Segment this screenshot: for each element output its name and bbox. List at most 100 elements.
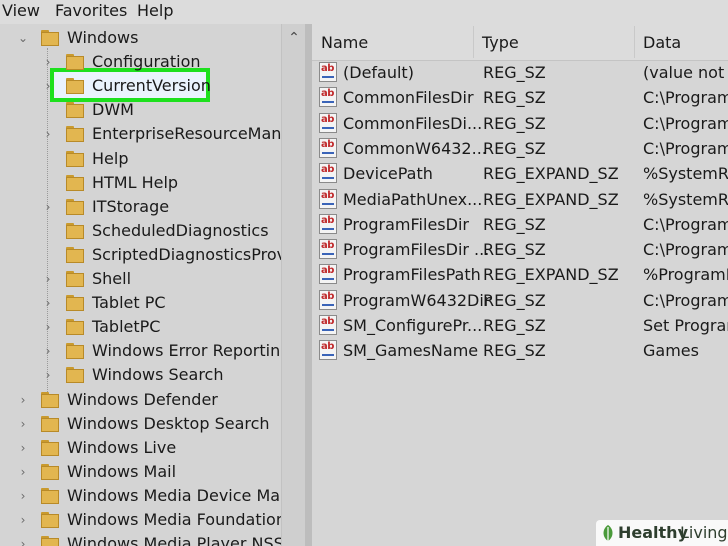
column-header-data[interactable]: Data: [643, 33, 681, 52]
tree-node[interactable]: DWM: [0, 98, 281, 122]
chevron-right-icon[interactable]: ›: [16, 436, 30, 460]
list-row[interactable]: ab SM_GamesName REG_SZ Games: [312, 338, 728, 363]
tree-node[interactable]: › TabletPC: [0, 315, 281, 339]
column-header-name[interactable]: Name: [321, 33, 368, 52]
list-row[interactable]: ab ProgramFilesPathREG_EXPAND_SZ %ProgramF…: [312, 262, 728, 287]
list-row[interactable]: ab SM_ConfigurePr...REG_SZ Set Program Acc…: [312, 313, 728, 338]
tree-node[interactable]: Help: [0, 147, 281, 171]
chevron-right-icon[interactable]: ›: [41, 195, 55, 219]
list-row[interactable]: ab CommonFilesDi...REG_SZ C:\Program Files…: [312, 111, 728, 136]
chevron-right-icon[interactable]: ›: [16, 388, 30, 412]
cell-data: %SystemRoot%\Media: [643, 189, 728, 209]
tree-node[interactable]: › EnterpriseResourceManager: [0, 122, 305, 146]
tree-node[interactable]: ScheduledDiagnostics: [0, 219, 281, 243]
tree-node[interactable]: › CurrentVersion: [0, 74, 281, 98]
cell-name: DevicePath: [343, 164, 433, 184]
chevron-right-icon[interactable]: ›: [41, 291, 55, 315]
list-row[interactable]: ab (Default) REG_SZ (value not set): [312, 60, 728, 85]
tree-node-label: TabletPC: [92, 317, 161, 337]
cell-name: MediaPathUnex...: [343, 189, 483, 209]
folder-icon: [66, 78, 84, 95]
tree-node[interactable]: › Windows Desktop Search: [0, 412, 281, 436]
tree-node-label: Windows Live: [67, 437, 177, 457]
folder-icon: [66, 198, 84, 215]
cell-name: ProgramFilesDir ...: [343, 240, 490, 260]
cell-type: REG_SZ: [483, 63, 546, 82]
list-row[interactable]: ab CommonW6432...REG_SZ C:\Program Files\C…: [312, 136, 728, 161]
chevron-right-icon[interactable]: ›: [16, 508, 30, 532]
folder-icon: [41, 391, 59, 408]
tree-node[interactable]: › Windows Defender: [0, 388, 281, 412]
list-row[interactable]: ab ProgramFilesDir REG_SZ C:\Program Files: [312, 212, 728, 237]
pane-splitter[interactable]: [305, 24, 312, 546]
cell-data: C:\Program Files\Common Files: [643, 138, 728, 158]
column-header-type[interactable]: Type: [482, 33, 519, 52]
folder-icon: [41, 512, 59, 528]
tree-node[interactable]: › Windows Error Reporting: [0, 339, 291, 363]
chevron-right-icon[interactable]: ›: [16, 532, 30, 546]
list-row[interactable]: ab CommonFilesDir REG_SZ C:\Program Files\C…: [312, 85, 728, 110]
string-value-icon: ab: [319, 264, 337, 285]
cell-type: REG_SZ: [483, 214, 546, 234]
tree-node[interactable]: HTML Help: [0, 171, 281, 195]
menu-view[interactable]: View: [2, 1, 40, 20]
chevron-right-icon[interactable]: ›: [16, 460, 30, 484]
tree-node[interactable]: › Windows Search: [0, 363, 281, 387]
folder-icon: [66, 367, 84, 384]
list-header: Name Type Data: [312, 24, 728, 61]
folder-icon: [66, 54, 84, 71]
tree-node-label: ScheduledDiagnostics: [92, 220, 269, 240]
folder-icon: [66, 271, 84, 287]
tree-node[interactable]: › Tablet PC: [0, 291, 281, 315]
chevron-right-icon[interactable]: ›: [41, 122, 55, 146]
tree-scrollbar[interactable]: ⌃: [281, 24, 305, 546]
list-row[interactable]: ab ProgramFilesDir ...REG_SZ C:\Program Fi…: [312, 237, 728, 262]
folder-icon: [41, 536, 59, 546]
scroll-up-icon[interactable]: ⌃: [285, 30, 303, 46]
registry-tree: ⌄ Windows › Configuration › CurrentVersion DWM…: [0, 24, 305, 546]
string-value-icon: ab: [319, 213, 337, 234]
chevron-right-icon[interactable]: ›: [41, 74, 55, 98]
tree-node[interactable]: › Windows Mail: [0, 460, 281, 484]
chevron-right-icon[interactable]: ›: [41, 339, 55, 363]
column-separator[interactable]: [473, 26, 474, 58]
column-separator[interactable]: [634, 26, 635, 58]
list-row[interactable]: ab MediaPathUnex...REG_EXPAND_SZ %SystemRo…: [312, 187, 728, 212]
list-row[interactable]: ab DevicePath REG_EXPAND_SZ %SystemRoot%\in…: [312, 161, 728, 186]
folder-icon: [66, 102, 84, 119]
cell-name: CommonFilesDi...: [343, 113, 483, 133]
tree-node[interactable]: ⌄ Windows: [0, 26, 281, 50]
list-row[interactable]: ab ProgramW6432DirREG_SZ C:\Program Files: [312, 288, 728, 313]
chevron-down-icon[interactable]: ⌄: [16, 26, 30, 50]
tree-node[interactable]: › Windows Media Foundation: [0, 508, 286, 532]
tree-node[interactable]: ScriptedDiagnosticsProvider: [0, 243, 305, 267]
menu-favorites[interactable]: Favorites: [55, 1, 127, 20]
chevron-right-icon[interactable]: ›: [16, 484, 30, 508]
cell-name: ProgramW6432Dir: [343, 290, 491, 310]
tree-node[interactable]: › Configuration: [0, 50, 281, 74]
cell-type: REG_SZ: [483, 240, 546, 260]
chevron-right-icon[interactable]: ›: [16, 412, 30, 436]
chevron-right-icon[interactable]: ›: [41, 50, 55, 74]
watermark-text-1: Healthy: [618, 523, 688, 542]
tree-node[interactable]: › Windows Media Player NSS: [0, 532, 284, 546]
string-value-icon: ab: [319, 239, 337, 260]
cell-data: %ProgramFiles%: [643, 265, 728, 285]
folder-icon: [66, 174, 84, 191]
cell-type: REG_EXPAND_SZ: [483, 189, 619, 209]
tree-node-label: Windows Media Player NSS: [67, 534, 284, 546]
tree-node[interactable]: › Windows Media Device Manager: [0, 484, 305, 508]
string-value-icon: ab: [319, 188, 337, 209]
chevron-right-icon[interactable]: ›: [41, 267, 55, 291]
cell-data: C:\Program Files: [643, 214, 728, 234]
menu-help[interactable]: Help: [137, 1, 173, 20]
tree-node[interactable]: › ITStorage: [0, 195, 281, 219]
tree-node-label: Shell: [92, 269, 132, 288]
folder-icon: [66, 319, 84, 336]
chevron-right-icon[interactable]: ›: [41, 315, 55, 339]
leaf-logo-icon: [603, 525, 613, 541]
tree-node[interactable]: › Windows Live: [0, 436, 281, 460]
tree-node-label: EnterpriseResourceManager: [92, 124, 305, 144]
chevron-right-icon[interactable]: ›: [41, 363, 55, 387]
tree-node[interactable]: › Shell: [0, 267, 281, 291]
